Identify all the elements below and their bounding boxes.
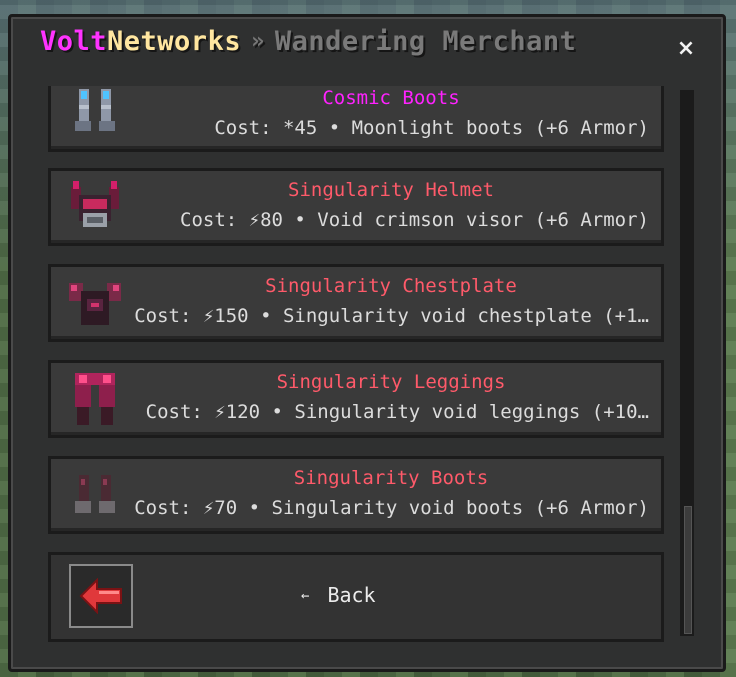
- item-description: Cost: ⚡80 • Void crimson visor (+6 Armor…: [180, 209, 649, 231]
- singularity-boots-icon: [75, 475, 115, 513]
- back-row[interactable]: ← Back: [48, 552, 664, 642]
- brand-volt: Volt: [40, 25, 108, 57]
- item-name: Singularity Boots: [293, 467, 489, 489]
- back-arrow-glyph: ←: [301, 588, 310, 604]
- singularity-chestplate-icon: [69, 283, 121, 325]
- item-name: Singularity Chestplate: [265, 275, 517, 297]
- item-name: Singularity Helmet: [288, 179, 494, 201]
- breadcrumb-separator: »: [251, 28, 265, 54]
- cosmic-boots-icon: [75, 89, 115, 131]
- back-label[interactable]: ← Back: [301, 583, 376, 607]
- shop-item-singularity-chestplate[interactable]: Singularity Chestplate Cost: ⚡150 • Sing…: [48, 264, 664, 342]
- item-description: Cost: *45 • Moonlight boots (+6 Armor): [214, 117, 649, 139]
- window-title: Volt Networks » Wandering Merchant: [40, 24, 576, 58]
- item-description: Cost: ⚡70 • Singularity void boots (+6 A…: [134, 497, 649, 519]
- shop-item-singularity-boots[interactable]: Singularity Boots Cost: ⚡70 • Singularit…: [48, 456, 664, 534]
- red-back-arrow-icon: [79, 578, 122, 614]
- shop-item-cosmic-boots[interactable]: Cosmic Boots Cost: *45 • Moonlight boots…: [48, 86, 664, 152]
- item-name: Cosmic Boots: [322, 87, 460, 109]
- shop-item-singularity-leggings[interactable]: Singularity Leggings Cost: ⚡120 • Singul…: [48, 360, 664, 438]
- brand-networks: Networks: [107, 25, 242, 57]
- singularity-leggings-icon: [75, 373, 115, 425]
- page-title: Wandering Merchant: [274, 25, 577, 57]
- back-button[interactable]: [69, 564, 133, 628]
- item-description: Cost: ⚡120 • Singularity void leggings (…: [145, 401, 649, 423]
- close-button[interactable]: ×: [673, 36, 699, 62]
- shop-item-singularity-helmet[interactable]: Singularity Helmet Cost: ⚡80 • Void crim…: [48, 168, 664, 246]
- back-text: Back: [327, 583, 376, 607]
- item-description: Cost: ⚡150 • Singularity void chestplate…: [134, 305, 649, 327]
- item-name: Singularity Leggings: [276, 371, 506, 393]
- singularity-helmet-icon: [71, 181, 119, 227]
- scrollbar-thumb[interactable]: [684, 506, 692, 634]
